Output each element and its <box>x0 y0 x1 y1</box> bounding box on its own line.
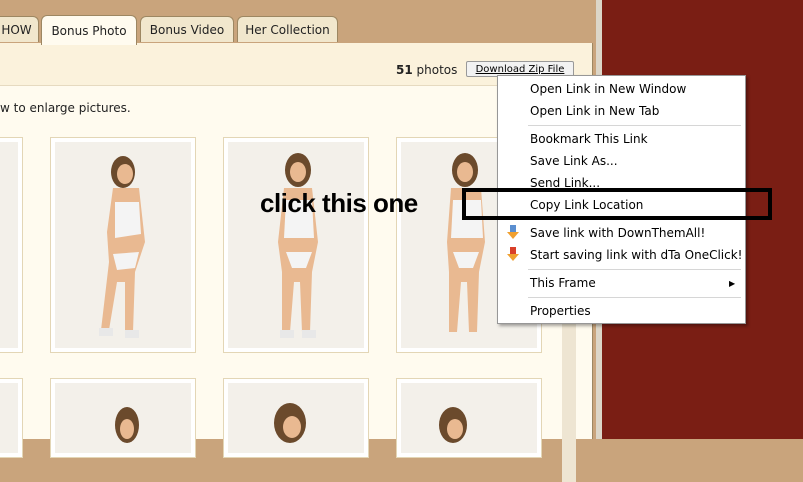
menu-item-label: Properties <box>530 304 591 318</box>
gallery-thumbnail[interactable] <box>223 137 369 353</box>
model-photo <box>0 142 18 348</box>
gallery-thumbnail[interactable] <box>223 378 369 458</box>
menu-separator <box>528 125 741 126</box>
tab-label: Bonus Video <box>149 22 225 37</box>
submenu-arrow-icon: ▶ <box>729 278 736 288</box>
photo-count-unit: photos <box>416 63 458 77</box>
annotation-label: click this one <box>260 188 418 218</box>
menu-separator <box>528 269 741 270</box>
gallery-thumbnail[interactable] <box>0 378 23 458</box>
menu-item-label: Save link with DownThemAll! <box>530 226 706 240</box>
menu-item-label: Save Link As... <box>530 154 618 168</box>
menu-item-properties[interactable]: Properties <box>498 300 745 322</box>
menu-item-open-new-tab[interactable]: Open Link in New Tab <box>498 100 745 122</box>
tab-label: Her Collection <box>245 22 330 37</box>
menu-item-label: Bookmark This Link <box>530 132 648 146</box>
model-photo <box>228 142 364 348</box>
model-photo <box>228 383 364 453</box>
tab-bonus-video[interactable]: Bonus Video <box>140 16 234 42</box>
model-photo <box>401 383 537 453</box>
tab-her-collection[interactable]: Her Collection <box>237 16 338 42</box>
menu-item-this-frame[interactable]: This Frame ▶ <box>498 272 745 294</box>
tab-label: Bonus Photo <box>51 23 127 38</box>
tab-bar: HOW Bonus Photo Bonus Video Her Collecti… <box>0 0 596 45</box>
menu-item-save-link-as[interactable]: Save Link As... <box>498 150 745 172</box>
dta-oneclick-icon <box>507 247 519 261</box>
menu-item-bookmark-link[interactable]: Bookmark This Link <box>498 128 745 150</box>
photo-count: 51 photos <box>396 63 457 77</box>
gallery-instructions: w to enlarge pictures. <box>0 101 131 115</box>
menu-item-label: Open Link in New Window <box>530 82 687 96</box>
menu-item-label: Start saving link with dTa OneClick! <box>530 248 743 262</box>
tab-how[interactable]: HOW <box>0 16 39 42</box>
model-photo <box>55 383 191 453</box>
menu-item-dta-oneclick[interactable]: Start saving link with dTa OneClick! <box>498 244 745 266</box>
menu-item-label: This Frame <box>530 276 596 290</box>
tab-label: HOW <box>1 22 32 37</box>
menu-item-downthemall[interactable]: Save link with DownThemAll! <box>498 222 745 244</box>
model-photo <box>0 383 18 453</box>
model-photo <box>55 142 191 348</box>
menu-separator <box>528 297 741 298</box>
menu-item-open-new-window[interactable]: Open Link in New Window <box>498 78 745 100</box>
gallery-thumbnail[interactable] <box>396 378 542 458</box>
gallery-thumbnail[interactable] <box>50 378 196 458</box>
photo-count-number: 51 <box>396 63 413 77</box>
gallery-thumbnail[interactable] <box>50 137 196 353</box>
downthemall-icon <box>507 225 519 239</box>
tab-bonus-photo[interactable]: Bonus Photo <box>41 15 137 45</box>
gallery-thumbnail[interactable] <box>0 137 23 353</box>
annotation-highlight-box <box>462 188 772 220</box>
menu-item-label: Open Link in New Tab <box>530 104 660 118</box>
